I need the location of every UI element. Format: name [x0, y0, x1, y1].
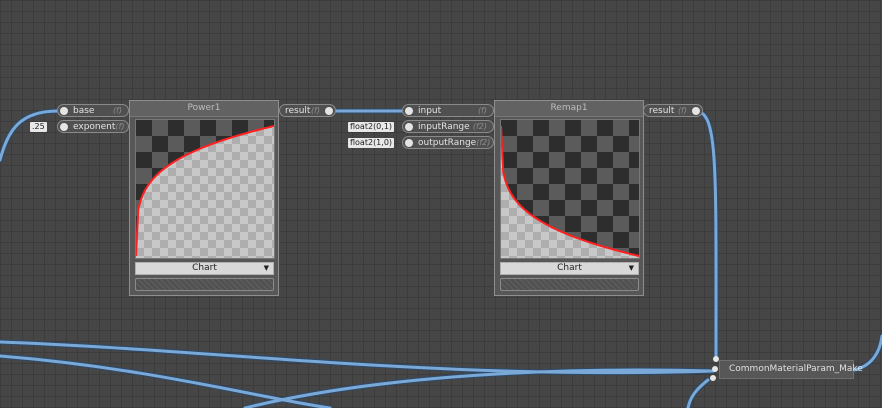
power-port-exponent[interactable]: exponent (f) [57, 120, 129, 133]
power-port-result[interactable]: result (f) [279, 104, 336, 117]
remap-port-inputrange[interactable]: inputRange (f2) [402, 120, 494, 133]
make-node-title: CommonMaterialParam_Make [729, 364, 863, 374]
port-type: (f) [477, 106, 487, 115]
port-label: result [285, 105, 311, 116]
power-node-title: Power1 [130, 101, 278, 117]
remap-node[interactable]: Remap1 Chart ▼ [494, 100, 644, 296]
port-label: outputRange [418, 137, 477, 148]
port-socket-icon[interactable] [692, 106, 700, 115]
port-socket-icon[interactable] [405, 106, 413, 115]
make-input-socket-3 [710, 375, 716, 381]
remap-preview-mode-select[interactable]: Chart ▼ [500, 262, 639, 275]
port-socket-icon[interactable] [60, 106, 68, 115]
power-node[interactable]: Power1 Chart ▼ [129, 100, 279, 296]
remap-port-outputrange[interactable]: outputRange (f2) [402, 136, 494, 149]
port-socket-icon[interactable] [325, 106, 333, 115]
port-socket-icon[interactable] [60, 122, 68, 131]
make-input-socket-2 [712, 366, 718, 372]
port-label: inputRange [418, 121, 470, 132]
port-label: input [418, 105, 442, 116]
power-node-footer-bar [135, 278, 274, 291]
port-type: (f) [677, 106, 687, 115]
port-type: (f2) [472, 122, 487, 131]
port-type: (f2) [476, 138, 491, 147]
remap-port-input[interactable]: input (f) [402, 104, 494, 117]
chevron-down-icon: ▼ [263, 264, 269, 272]
power-preview-mode-select[interactable]: Chart ▼ [135, 262, 274, 275]
exponent-const-value[interactable]: .25 [30, 122, 47, 132]
remap-node-footer-bar [500, 278, 639, 291]
chevron-down-icon: ▼ [628, 264, 634, 272]
power-port-base[interactable]: base (f) [57, 104, 129, 117]
port-type: (f) [115, 122, 125, 131]
port-label: exponent [73, 121, 116, 132]
port-socket-icon[interactable] [405, 138, 413, 147]
outputrange-const-value[interactable]: float2(1,0) [348, 138, 395, 148]
port-label: base [73, 105, 95, 116]
common-material-param-make-node[interactable]: CommonMaterialParam_Make [719, 360, 863, 379]
power-curve-preview [135, 119, 275, 259]
remap-curve-preview [500, 119, 640, 259]
inputrange-const-value[interactable]: float2(0,1) [348, 122, 395, 132]
remap-node-title: Remap1 [495, 101, 643, 117]
port-type: (f) [310, 106, 320, 115]
port-socket-icon[interactable] [405, 122, 413, 131]
select-value: Chart [192, 263, 217, 273]
select-value: Chart [557, 263, 582, 273]
port-type: (f) [112, 106, 122, 115]
port-label: result [649, 105, 675, 116]
remap-port-result[interactable]: result (f) [643, 104, 703, 117]
